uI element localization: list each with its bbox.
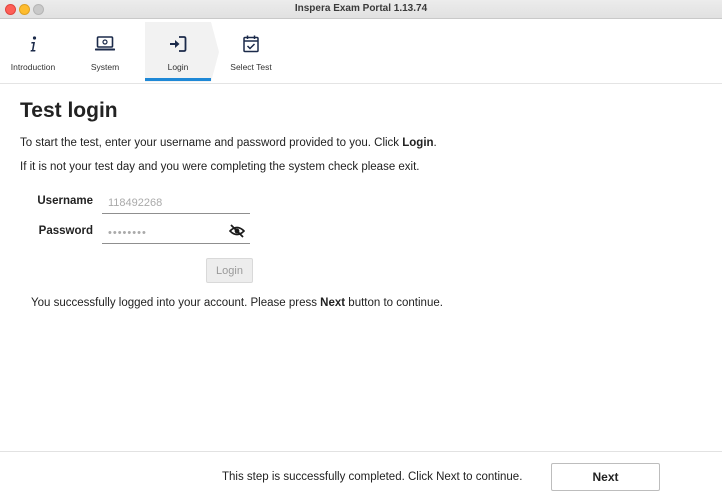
password-label: Password xyxy=(38,225,93,237)
hide-password-icon[interactable] xyxy=(229,224,245,238)
step-introduction[interactable]: Introduction xyxy=(0,20,66,82)
steps-nav: Introduction System Login Select Test xyxy=(0,20,722,84)
step-select-test[interactable]: Select Test xyxy=(218,20,284,82)
exit-hint: If it is not your test day and you were … xyxy=(20,161,420,173)
success-text: You successfully logged into your accoun… xyxy=(31,297,321,309)
instructions-text: To start the test, enter your username a… xyxy=(20,137,403,149)
instructions-line: To start the test, enter your username a… xyxy=(20,137,437,149)
laptop-icon xyxy=(95,36,115,51)
username-label: Username xyxy=(37,195,93,207)
password-input[interactable] xyxy=(102,222,250,244)
info-icon xyxy=(30,36,37,52)
calendar-check-icon xyxy=(243,35,259,53)
success-message: You successfully logged into your accoun… xyxy=(31,297,443,309)
success-text-end: button to continue. xyxy=(345,297,443,309)
next-button[interactable]: Next xyxy=(551,463,660,491)
login-button[interactable]: Login xyxy=(206,258,253,283)
footer-bar: This step is successfully completed. Cli… xyxy=(0,451,722,495)
username-input[interactable] xyxy=(102,192,250,214)
footer-status-message: This step is successfully completed. Cli… xyxy=(222,471,523,483)
active-step-underline xyxy=(145,78,211,81)
step-label: Select Test xyxy=(230,62,272,72)
success-next-emphasis: Next xyxy=(320,297,346,309)
instructions-login-emphasis: Login xyxy=(402,137,434,149)
window-title: Inspera Exam Portal 1.13.74 xyxy=(294,3,428,14)
window-titlebar: Inspera Exam Portal 1.13.74 xyxy=(0,0,722,19)
step-system[interactable]: System xyxy=(72,20,138,82)
login-icon xyxy=(170,36,187,52)
instructions-period: . xyxy=(433,137,437,149)
step-login[interactable]: Login xyxy=(145,20,219,82)
page-title: Test login xyxy=(20,99,118,122)
